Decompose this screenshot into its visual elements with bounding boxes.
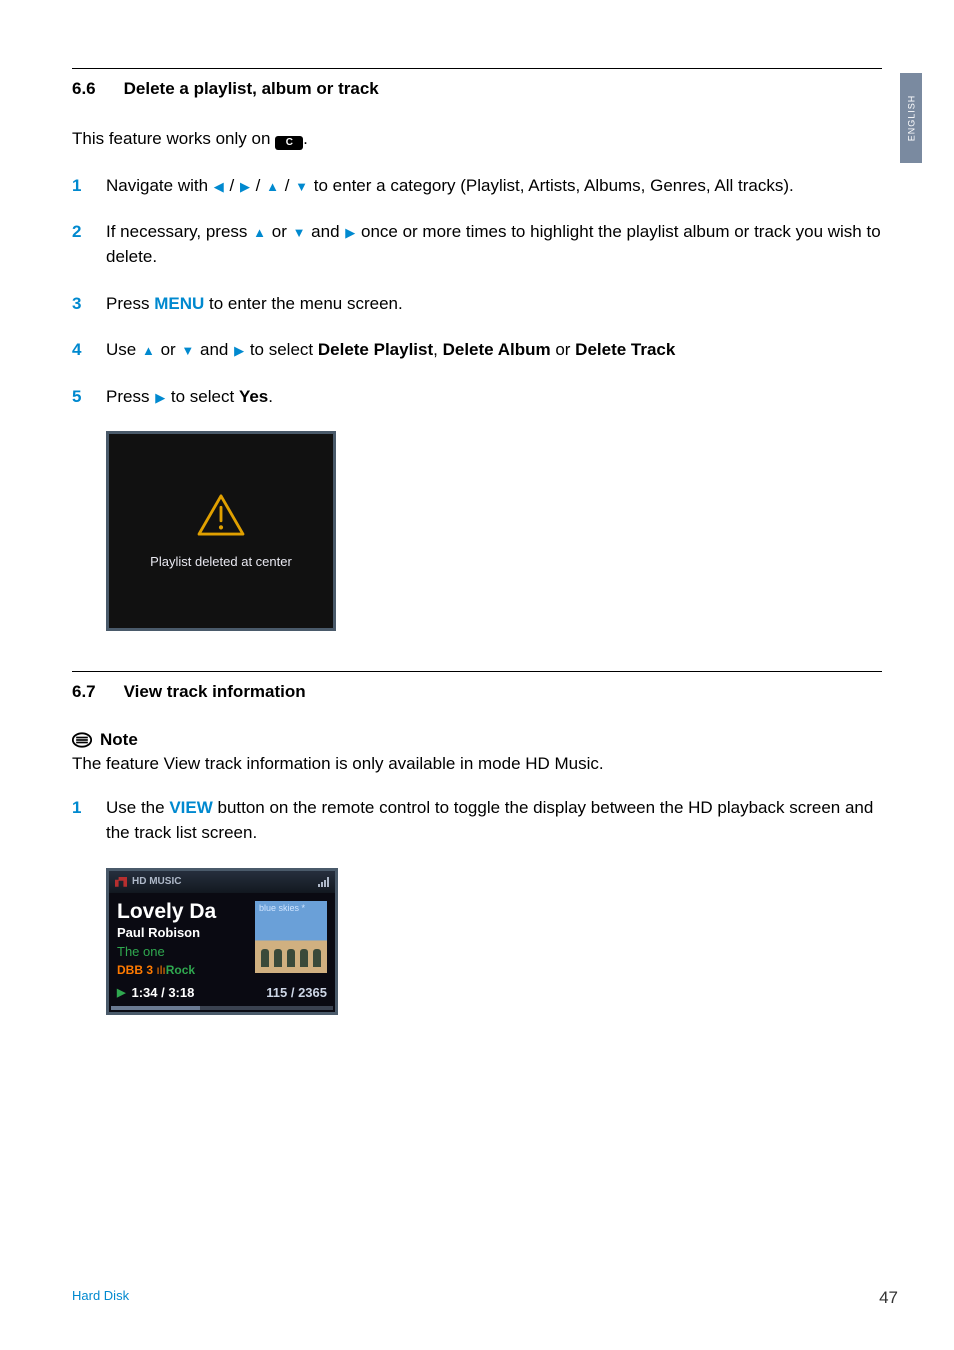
step-body: Use ▲ or ▼ and ▶ to select Delete Playli…: [106, 338, 882, 363]
step-number: 3: [72, 292, 106, 317]
page-footer: Hard Disk 47: [72, 1288, 898, 1308]
text: Navigate with: [106, 176, 213, 195]
text: Press: [106, 294, 154, 313]
text: button on the remote control to toggle t…: [106, 798, 873, 842]
track-artist: Paul Robison: [117, 925, 247, 940]
section-heading: 6.7 View track information: [72, 682, 882, 702]
bold-text: Delete Album: [443, 340, 551, 359]
right-icon: ▶: [155, 389, 165, 408]
step-number: 1: [72, 796, 106, 845]
step-number: 1: [72, 174, 106, 199]
text: to select: [166, 387, 239, 406]
screenshot-message: Playlist deleted at center: [150, 554, 292, 569]
note-icon: [72, 732, 92, 748]
text: Use the: [106, 798, 169, 817]
section-number: 6.6: [72, 79, 96, 99]
step-body: Navigate with ◀ / ▶ / ▲ / ▼ to enter a c…: [106, 174, 882, 199]
step-item: 1 Navigate with ◀ / ▶ / ▲ / ▼ to enter a…: [72, 174, 882, 199]
section-title: View track information: [124, 682, 306, 702]
text: If necessary, press: [106, 222, 252, 241]
step-item: 1 Use the VIEW button on the remote cont…: [72, 796, 882, 845]
page-number: 47: [879, 1288, 898, 1308]
text: to enter a category (Playlist, Artists, …: [309, 176, 794, 195]
text: or: [551, 340, 576, 359]
section-heading: 6.6 Delete a playlist, album or track: [72, 79, 882, 99]
menu-keyword: MENU: [154, 294, 204, 313]
step-body: Press MENU to enter the menu screen.: [106, 292, 882, 317]
playback-footer: ▶ 1:34 / 3:18 115 / 2365: [109, 983, 335, 1006]
playback-screenshot: HD MUSIC Lovely Da Paul Robison The one …: [106, 868, 338, 1015]
left-icon: ◀: [214, 178, 224, 197]
step-number: 2: [72, 220, 106, 269]
language-tab-label: ENGLISH: [906, 95, 916, 142]
bold-text: Delete Track: [575, 340, 675, 359]
progress-bar: [111, 1006, 333, 1010]
section-rule: [72, 671, 882, 672]
step-body: Use the VIEW button on the remote contro…: [106, 796, 882, 845]
eq-icon: ılı: [156, 963, 165, 977]
step-body: If necessary, press ▲ or ▼ and ▶ once or…: [106, 220, 882, 269]
steps-list: 1 Navigate with ◀ / ▶ / ▲ / ▼ to enter a…: [72, 174, 882, 410]
down-icon: ▼: [181, 342, 194, 361]
footer-section: Hard Disk: [72, 1288, 129, 1308]
signal-icon: [318, 877, 329, 887]
section-number: 6.7: [72, 682, 96, 702]
step-item: 2 If necessary, press ▲ or ▼ and ▶ once …: [72, 220, 882, 269]
warning-icon: [197, 494, 245, 536]
step-number: 4: [72, 338, 106, 363]
bold-text: Yes: [239, 387, 268, 406]
view-keyword: VIEW: [169, 798, 212, 817]
right-icon: ▶: [234, 342, 244, 361]
note-label: Note: [100, 730, 138, 750]
section-rule: [72, 68, 882, 69]
track-title: Lovely Da: [117, 901, 247, 923]
text: Press: [106, 387, 154, 406]
text: and: [306, 222, 344, 241]
section-title: Delete a playlist, album or track: [124, 79, 379, 99]
up-icon: ▲: [142, 342, 155, 361]
confirmation-screenshot: Playlist deleted at center: [106, 431, 336, 631]
steps-list: 1 Use the VIEW button on the remote cont…: [72, 796, 882, 845]
eq-label: Rock: [166, 963, 195, 977]
bold-text: Delete Playlist: [318, 340, 433, 359]
note-body: The feature View track information is on…: [72, 754, 882, 774]
intro-pre: This feature works only on: [72, 129, 275, 148]
time-display: 1:34 / 3:18: [131, 985, 194, 1000]
text: to enter the menu screen.: [204, 294, 402, 313]
down-icon: ▼: [293, 224, 306, 243]
step-item: 5 Press ▶ to select Yes.: [72, 385, 882, 410]
note-heading: Note: [72, 730, 882, 750]
language-tab: ENGLISH: [900, 73, 922, 163]
step-number: 5: [72, 385, 106, 410]
album-art-label: blue skies *: [259, 903, 305, 913]
track-count: 115 / 2365: [266, 985, 327, 1000]
header-label: HD MUSIC: [132, 876, 181, 887]
up-icon: ▲: [253, 224, 266, 243]
step-body: Press ▶ to select Yes.: [106, 385, 882, 410]
text: ,: [433, 340, 442, 359]
album-art: blue skies *: [255, 901, 327, 973]
text: to select: [245, 340, 318, 359]
playback-header: HD MUSIC: [109, 871, 335, 893]
down-icon: ▼: [295, 178, 308, 197]
sound-mode: DBB 3 ılıRock: [117, 963, 247, 977]
track-album: The one: [117, 944, 247, 959]
step-item: 3 Press MENU to enter the menu screen.: [72, 292, 882, 317]
text: and: [195, 340, 233, 359]
intro-text: This feature works only on C.: [72, 127, 882, 152]
right-icon: ▶: [345, 224, 355, 243]
text: .: [268, 387, 273, 406]
music-icon: [115, 877, 127, 887]
right-icon: ▶: [240, 178, 250, 197]
text: Use: [106, 340, 141, 359]
center-icon: C: [275, 136, 303, 150]
intro-post: .: [303, 129, 308, 148]
dbb-label: DBB 3: [117, 963, 153, 977]
up-icon: ▲: [266, 178, 279, 197]
step-item: 4 Use ▲ or ▼ and ▶ to select Delete Play…: [72, 338, 882, 363]
play-icon: ▶: [117, 986, 125, 999]
